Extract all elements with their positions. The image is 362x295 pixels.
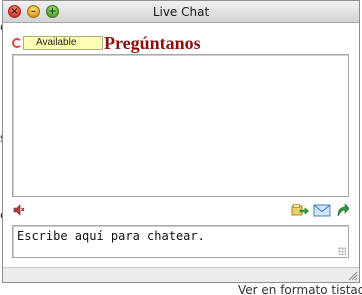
window-title: Live Chat (152, 5, 210, 19)
window-statusbar (3, 267, 359, 282)
input-resize-grip[interactable] (338, 247, 346, 255)
chat-content: Available Pregúntanos Escribe aquí para … (3, 23, 359, 282)
chat-message-input[interactable]: Escribe aquí para chatear. (12, 225, 349, 258)
window-resize-grip-icon[interactable] (346, 269, 358, 281)
popout-icon[interactable] (335, 203, 349, 217)
status-ring-icon (12, 38, 22, 48)
titlebar[interactable]: × – + Live Chat (3, 1, 359, 23)
page: e s e Ver en formato tistad × – + Live C… (0, 0, 362, 295)
email-transcript-icon[interactable] (313, 203, 331, 217)
chat-actions (287, 202, 349, 218)
chat-input-placeholder: Escribe aquí para chatear. (17, 229, 205, 243)
status-indicator: Available (12, 34, 103, 52)
send-file-icon[interactable] (291, 203, 309, 217)
chat-transcript[interactable] (12, 54, 349, 197)
background-footer-link[interactable]: Ver en formato tistad (238, 283, 362, 295)
chat-toolbar (12, 202, 349, 218)
chat-heading: Pregúntanos (104, 33, 201, 53)
speaker-muted-icon[interactable] (13, 204, 25, 216)
status-badge: Available (23, 36, 103, 50)
live-chat-window: × – + Live Chat Available Pregúntanos Es… (2, 0, 360, 283)
